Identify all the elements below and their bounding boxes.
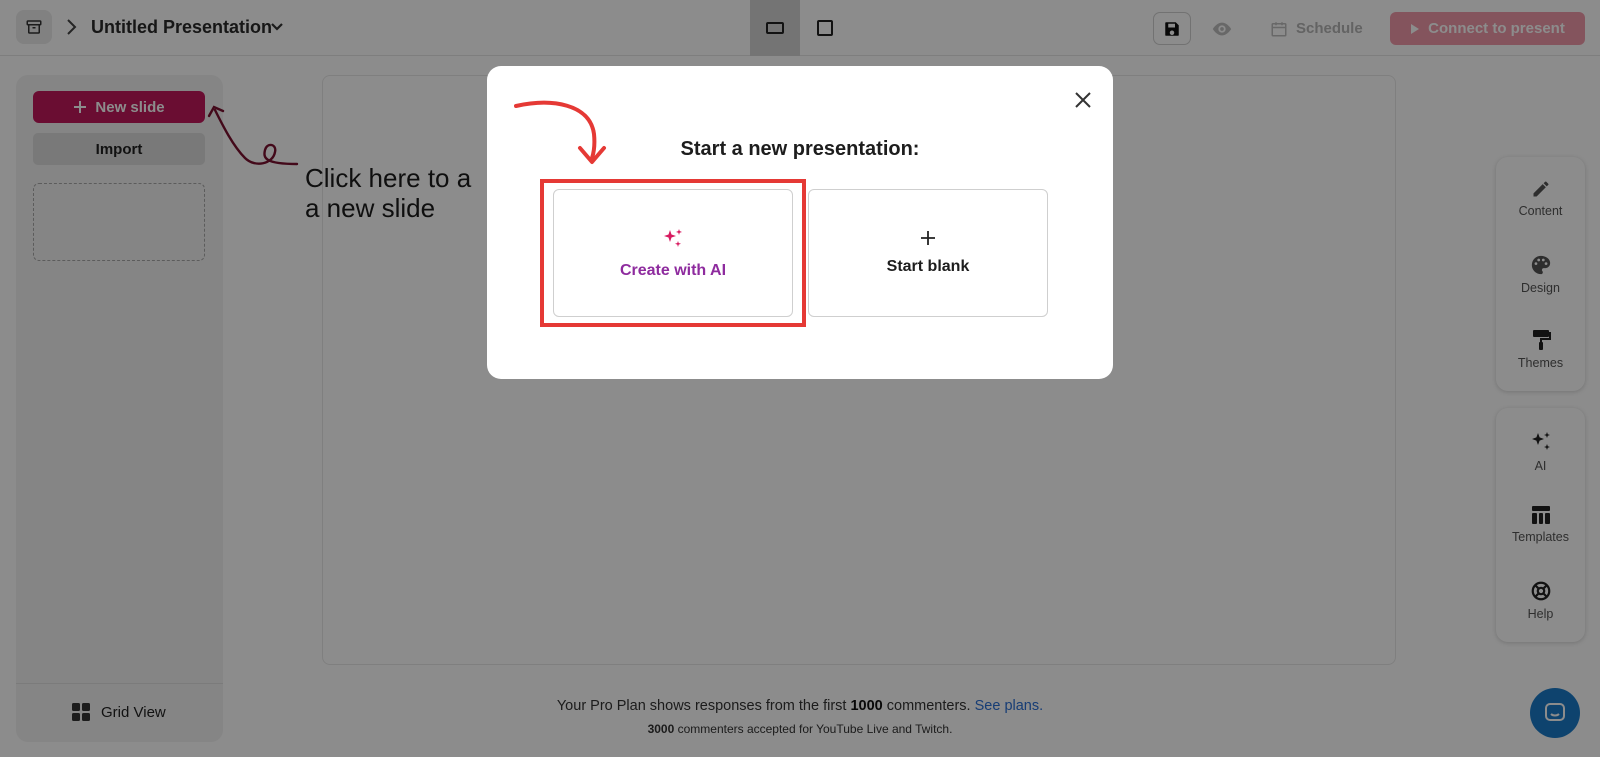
red-annotation-arrow [514,100,606,164]
close-dialog-button[interactable] [1071,88,1095,112]
new-presentation-dialog: Start a new presentation: Create with AI… [487,66,1113,379]
create-with-ai-option[interactable]: Create with AI [553,189,793,317]
plus-icon [921,231,935,245]
start-blank-option[interactable]: Start blank [808,189,1048,317]
create-with-ai-label: Create with AI [619,262,727,279]
close-icon [1075,92,1091,108]
start-blank-label: Start blank [886,258,970,275]
sparkles-icon [664,229,682,247]
